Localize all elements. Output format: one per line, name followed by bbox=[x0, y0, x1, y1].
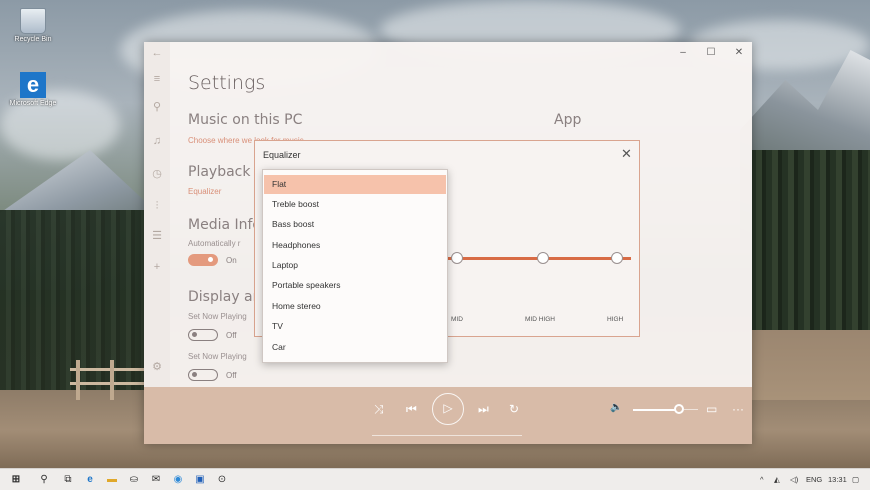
hamburger-icon[interactable]: ≡ bbox=[150, 72, 164, 86]
desktop-icon-label: Recycle Bin bbox=[14, 36, 52, 43]
media-info-section-heading: Media Info bbox=[188, 217, 261, 233]
volume-slider-track[interactable] bbox=[684, 409, 698, 410]
now-playing-toggle-label: Off bbox=[226, 371, 237, 380]
preset-option-bass-boost[interactable]: Bass boost bbox=[264, 215, 446, 234]
close-icon[interactable]: ✕ bbox=[621, 146, 632, 162]
start-icon[interactable]: ⊞ bbox=[10, 474, 22, 486]
preset-option-treble-boost[interactable]: Treble boost bbox=[264, 195, 446, 214]
field bbox=[750, 330, 870, 400]
language-indicator[interactable]: ENG bbox=[806, 475, 822, 484]
file-explorer-icon[interactable]: ▬ bbox=[106, 474, 118, 486]
groove-music-icon[interactable]: ⊙ bbox=[216, 474, 228, 486]
more-icon[interactable]: ··· bbox=[732, 402, 744, 416]
page-title: Settings bbox=[188, 72, 266, 94]
media-info-toggle[interactable] bbox=[188, 254, 218, 266]
preset-option-portable-speakers[interactable]: Portable speakers bbox=[264, 276, 446, 295]
minimize-button[interactable]: – bbox=[672, 45, 694, 61]
miniplayer-icon[interactable]: ▭ bbox=[706, 402, 717, 416]
preset-option-car[interactable]: Car bbox=[264, 338, 446, 357]
network-icon[interactable]: ◭ bbox=[774, 475, 780, 484]
recycle-bin-shortcut[interactable]: Recycle Bin bbox=[8, 8, 58, 44]
playback-section-heading: Playback bbox=[188, 164, 251, 180]
now-playing-toggle[interactable] bbox=[188, 369, 218, 381]
equalizer-preset-dropdown: Flat Treble boost Bass boost Headphones … bbox=[262, 169, 448, 363]
play-icon: ▷ bbox=[443, 401, 453, 415]
display-art-section-heading: Display art bbox=[188, 289, 264, 305]
fence bbox=[70, 360, 145, 400]
equalizer-title: Equalizer bbox=[263, 150, 301, 160]
media-info-toggle-label: On bbox=[226, 256, 237, 265]
preset-option-flat[interactable]: Flat bbox=[264, 175, 446, 194]
volume-icon[interactable]: 🔈 bbox=[610, 402, 622, 413]
preset-option-tv[interactable]: TV bbox=[264, 317, 446, 336]
edge-icon[interactable]: e bbox=[84, 474, 96, 486]
task-view-icon[interactable]: ⧉ bbox=[62, 474, 74, 486]
volume-slider-fill[interactable] bbox=[633, 409, 677, 411]
edge-shortcut[interactable]: e Microsoft Edge bbox=[8, 72, 58, 108]
edge-icon: e bbox=[20, 72, 46, 98]
equalizer-link[interactable]: Equalizer bbox=[188, 187, 221, 196]
store-icon[interactable]: ⛀ bbox=[128, 474, 140, 486]
now-playing-description: Set Now Playing bbox=[188, 312, 247, 321]
now-playing-toggle-label: Off bbox=[226, 331, 237, 340]
maximize-button[interactable]: ☐ bbox=[700, 45, 722, 61]
play-button[interactable]: ▷ bbox=[432, 393, 464, 425]
close-button[interactable]: ✕ bbox=[728, 45, 750, 61]
band-label-high: HIGH bbox=[607, 316, 624, 323]
volume-slider-thumb[interactable] bbox=[674, 404, 684, 414]
repeat-icon[interactable]: ↻ bbox=[509, 402, 519, 416]
equalizer-band-high[interactable] bbox=[611, 252, 623, 264]
search-icon[interactable]: ⚲ bbox=[38, 474, 50, 486]
settings-icon[interactable]: ⚙ bbox=[150, 360, 164, 374]
notification-icon[interactable]: ▢ bbox=[852, 475, 859, 484]
band-label-mid: MID bbox=[451, 316, 463, 323]
tray-overflow-icon[interactable]: ^ bbox=[760, 475, 764, 484]
volume-icon[interactable]: ◁) bbox=[790, 475, 798, 484]
previous-icon[interactable]: ⏮ bbox=[406, 402, 417, 417]
add-icon[interactable]: + bbox=[150, 260, 164, 274]
band-label-mid-high: MID HIGH bbox=[525, 316, 555, 323]
now-playing-description: Set Now Playing bbox=[188, 352, 247, 361]
desktop-icon-label: Microsoft Edge bbox=[9, 100, 57, 107]
shuffle-icon[interactable]: ⤨ bbox=[374, 402, 384, 417]
music-section-heading: Music on this PC bbox=[188, 112, 303, 128]
preset-option-laptop[interactable]: Laptop bbox=[264, 256, 446, 275]
recycle-bin-icon bbox=[20, 8, 46, 34]
preset-option-home-stereo[interactable]: Home stereo bbox=[264, 297, 446, 316]
next-icon[interactable]: ⏭ bbox=[478, 402, 489, 417]
preset-option-headphones[interactable]: Headphones bbox=[264, 236, 446, 255]
equalizer-band-mid[interactable] bbox=[451, 252, 463, 264]
search-icon[interactable]: ⚲ bbox=[150, 100, 164, 114]
app-icon[interactable]: ▣ bbox=[194, 474, 206, 486]
equalizer-band-mid-high[interactable] bbox=[537, 252, 549, 264]
taskbar: ⊞ ⚲ ⧉ e ▬ ⛀ ✉ ◉ ▣ ⊙ ^ ◭ ◁) ENG 13:31 ▢ bbox=[0, 468, 870, 490]
mail-icon[interactable]: ✉ bbox=[150, 474, 162, 486]
music-note-icon[interactable]: ♫ bbox=[150, 134, 164, 148]
app-section-heading: App bbox=[554, 112, 582, 128]
now-playing-toggle[interactable] bbox=[188, 329, 218, 341]
seek-bar[interactable] bbox=[372, 435, 522, 436]
media-info-description: Automatically r bbox=[188, 239, 241, 248]
chart-icon[interactable]: ⫶ bbox=[150, 199, 164, 213]
player-bar: ⤨ ⏮ ▷ ⏭ ↻ 🔈 ▭ ··· bbox=[144, 387, 752, 444]
app-icon[interactable]: ◉ bbox=[172, 474, 184, 486]
list-icon[interactable]: ☰ bbox=[150, 229, 164, 243]
nav-rail: ← ≡ ⚲ ♫ ◷ ⫶ ☰ + ⚙ bbox=[144, 42, 170, 387]
recent-icon[interactable]: ◷ bbox=[150, 167, 164, 181]
back-icon[interactable]: ← bbox=[150, 46, 164, 60]
clock[interactable]: 13:31 bbox=[828, 475, 847, 484]
